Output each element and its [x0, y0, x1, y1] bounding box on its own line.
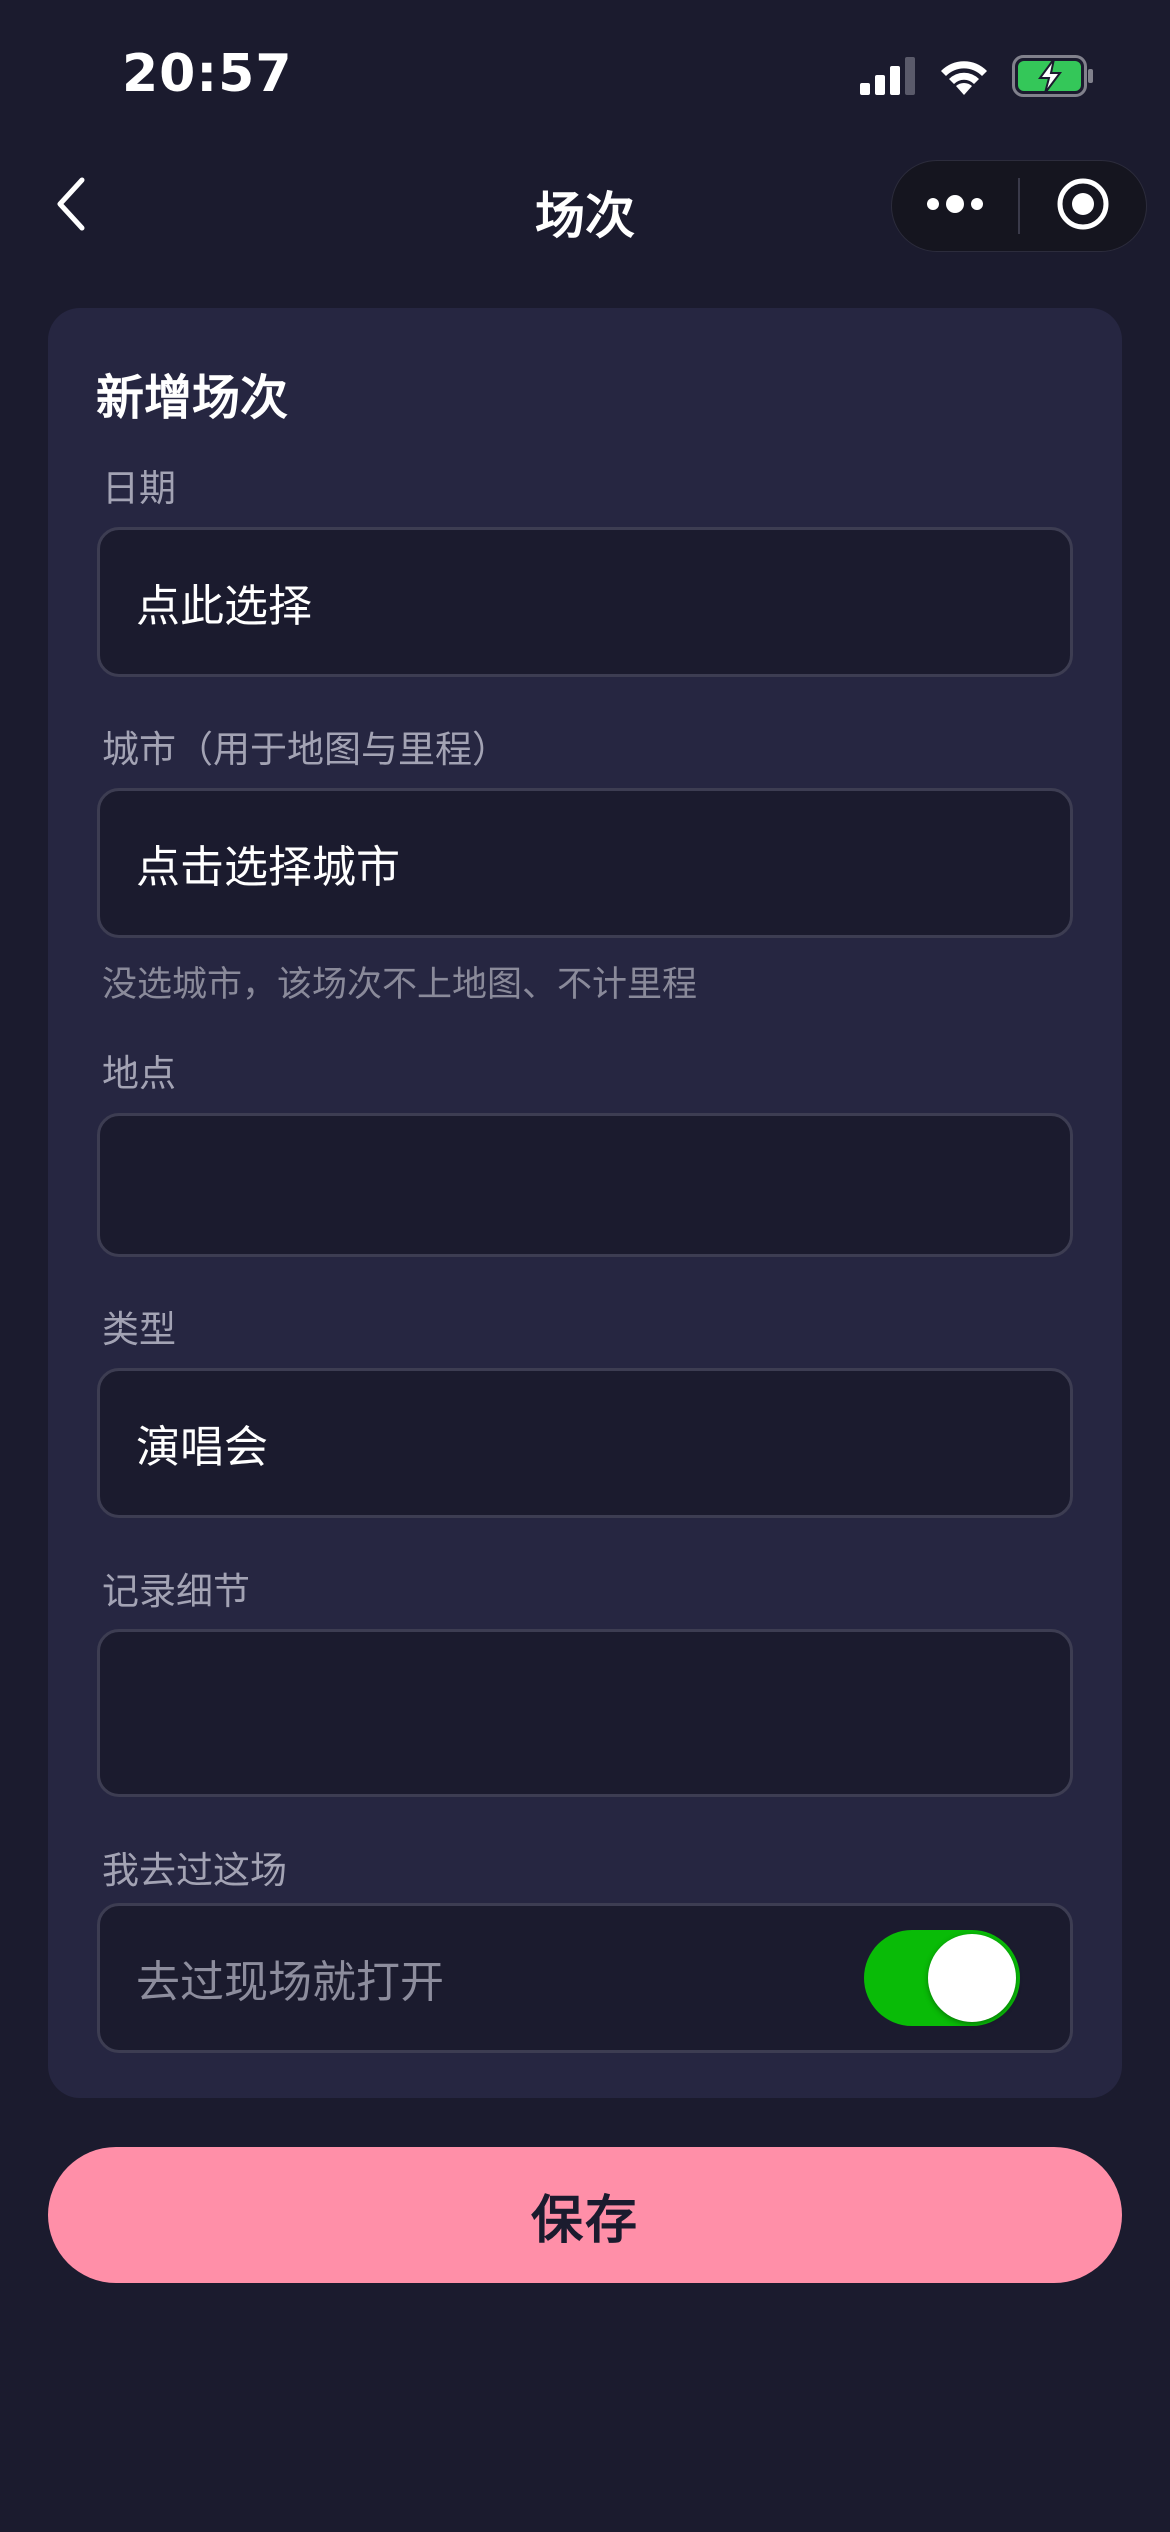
- status-bar: 20:57: [0, 0, 1170, 150]
- new-session-card: 新增场次 日期 点此选择 城市（用于地图与里程） 点击选择城市 没选城市，该场次…: [48, 308, 1122, 2098]
- battery-charging-icon: [1012, 55, 1094, 101]
- app-screen: 20:57 场次 新增场次 日期 点此选择 城市（用于地图与里程） 点击选择城市…: [0, 0, 1170, 2532]
- more-button[interactable]: [892, 160, 1018, 252]
- venue-input[interactable]: [97, 1113, 1073, 1257]
- attended-row: 去过现场就打开: [97, 1903, 1073, 2053]
- city-hint: 没选城市，该场次不上地图、不计里程: [102, 965, 698, 1005]
- status-time: 20:57: [122, 44, 293, 104]
- city-value: 点击选择城市: [136, 842, 400, 893]
- type-label: 类型: [102, 1308, 176, 1351]
- wifi-icon: [938, 57, 990, 99]
- toggle-knob: [928, 1934, 1016, 2022]
- close-miniprogram-button[interactable]: [1020, 160, 1146, 252]
- date-label: 日期: [102, 467, 176, 510]
- city-label: 城市（用于地图与里程）: [102, 728, 509, 771]
- nav-bar: 场次: [0, 150, 1170, 262]
- type-value: 演唱会: [136, 1422, 268, 1473]
- venue-label: 地点: [102, 1052, 176, 1095]
- save-button[interactable]: 保存: [48, 2147, 1122, 2283]
- status-icons: [860, 55, 1094, 101]
- miniprogram-capsule: [891, 160, 1147, 252]
- date-value: 点此选择: [136, 581, 312, 632]
- attended-toggle[interactable]: [864, 1930, 1020, 2026]
- type-picker[interactable]: 演唱会: [97, 1368, 1073, 1518]
- city-picker[interactable]: 点击选择城市: [97, 788, 1073, 938]
- more-dots-icon: [925, 194, 985, 218]
- attended-placeholder: 去过现场就打开: [136, 1957, 444, 2008]
- signal-icon: [860, 57, 916, 99]
- target-circle-icon: [1055, 176, 1111, 236]
- date-picker[interactable]: 点此选择: [97, 527, 1073, 677]
- card-title: 新增场次: [96, 370, 289, 426]
- notes-textarea[interactable]: [97, 1629, 1073, 1797]
- notes-label: 记录细节: [102, 1570, 250, 1613]
- attended-label: 我去过这场: [102, 1849, 287, 1892]
